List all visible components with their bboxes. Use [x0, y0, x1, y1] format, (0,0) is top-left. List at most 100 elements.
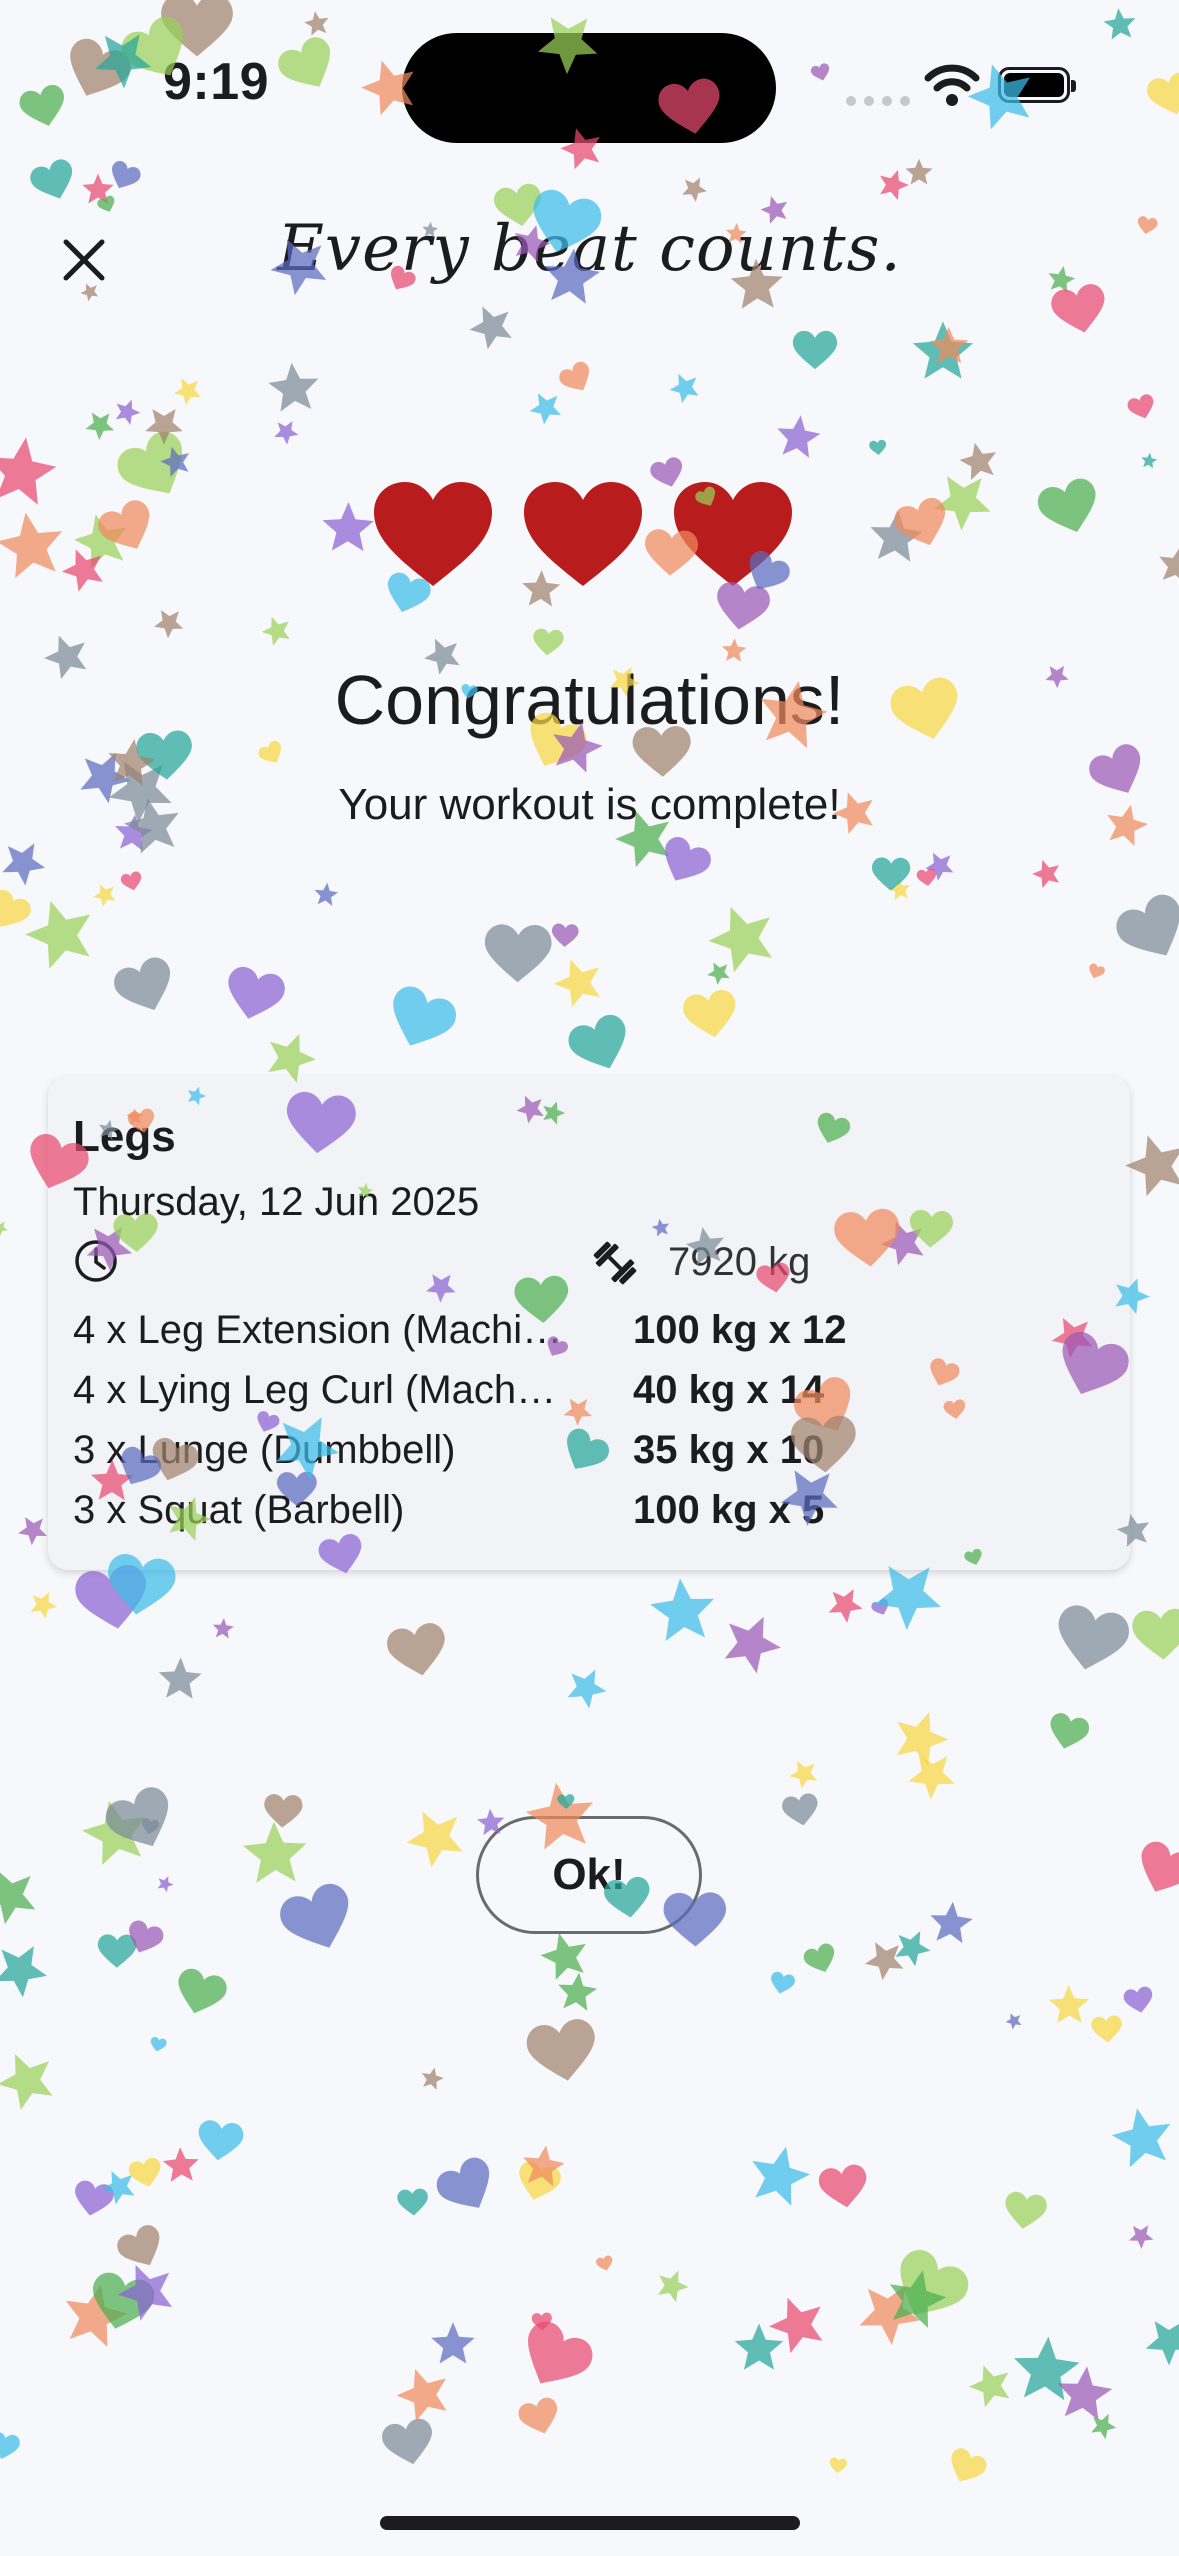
confetti-star — [431, 2322, 475, 2364]
confetti-star — [115, 399, 141, 425]
heart-icon — [674, 482, 792, 586]
confetti-star — [158, 1657, 202, 1699]
confetti-heart — [1116, 894, 1179, 956]
confetti-star — [154, 609, 184, 639]
confetti-heart — [150, 2036, 167, 2052]
confetti-heart — [1005, 2191, 1047, 2229]
confetti-heart — [810, 63, 830, 81]
confetti-star — [870, 510, 923, 562]
confetti-heart — [596, 2255, 613, 2271]
confetti-star — [1111, 2108, 1171, 2168]
confetti-heart — [397, 2188, 428, 2216]
confetti-heart — [114, 957, 171, 1011]
confetti-heart — [1091, 2015, 1122, 2043]
confetti-heart — [916, 868, 937, 886]
confetti-heart — [829, 2457, 848, 2474]
confetti-heart — [1050, 1713, 1090, 1749]
confetti-heart — [551, 923, 579, 947]
confetti-heart — [0, 889, 31, 927]
confetti-heart — [526, 2019, 595, 2081]
confetti-heart — [1038, 478, 1096, 532]
ok-button[interactable]: Ok! — [476, 1816, 702, 1934]
confetti-star — [708, 906, 773, 973]
exercise-best-set: 40 kg x 14 — [633, 1368, 825, 1412]
confetti-star — [1125, 1135, 1179, 1197]
confetti-star — [523, 2145, 565, 2187]
confetti-heart — [1147, 72, 1179, 115]
confetti-heart — [75, 2180, 114, 2216]
exercise-name: 4 x Lying Leg Curl (Mach… — [73, 1368, 557, 1412]
confetti-heart — [1127, 394, 1154, 419]
confetti-star — [529, 393, 562, 425]
confetti-heart — [665, 837, 711, 881]
confetti-heart — [0, 2432, 20, 2460]
confetti-star — [682, 177, 707, 202]
workout-summary-card[interactable]: Legs Thursday, 12 Jun 2025 7920 kg 4 x L… — [48, 1076, 1130, 1570]
confetti-star — [160, 446, 190, 477]
heart-icon — [524, 482, 642, 586]
confetti-star — [553, 959, 600, 1008]
confetti-heart — [531, 2312, 552, 2331]
confetti-star — [212, 1618, 234, 1639]
confetti-star — [101, 2170, 135, 2205]
confetti-star — [567, 1669, 607, 1709]
confetti-star — [2, 843, 46, 886]
confetti-heart — [533, 628, 564, 656]
exercise-name: 3 x Lunge (Dumbbell) — [73, 1428, 456, 1472]
confetti-heart — [264, 1794, 303, 1828]
confetti-heart — [683, 990, 736, 1038]
confetti-heart — [894, 497, 946, 546]
confetti-star — [145, 409, 183, 445]
confetti-heart — [141, 1818, 160, 1835]
workout-name: Legs — [73, 1112, 176, 1161]
confetti-star — [908, 1754, 955, 1800]
battery-icon — [998, 67, 1076, 103]
confetti-star — [314, 882, 339, 906]
confetti-heart — [803, 1943, 835, 1973]
confetti-heart — [75, 1564, 146, 1629]
confetti-heart — [792, 330, 838, 370]
confetti-star — [304, 11, 329, 36]
confetti-heart — [129, 1920, 164, 1953]
confetti-star — [30, 1592, 58, 1619]
confetti-star — [1057, 2366, 1113, 2420]
confetti-star — [93, 884, 116, 907]
confetti-heart — [1089, 963, 1105, 979]
exercise-best-set: 100 kg x 5 — [633, 1488, 825, 1532]
confetti-star — [1091, 2413, 1117, 2440]
confetti-heart — [1141, 1841, 1179, 1892]
confetti-star — [734, 2323, 784, 2370]
confetti-star — [789, 1760, 818, 1789]
confetti-star — [888, 878, 911, 901]
completion-subtitle: Your workout is complete! — [338, 780, 841, 829]
confetti-heart — [97, 1934, 137, 1968]
confetti-star — [173, 378, 201, 406]
exercise-name: 3 x Squat (Barbell) — [73, 1488, 405, 1532]
home-indicator — [380, 2516, 800, 2530]
confetti-star — [724, 1616, 781, 1674]
confetti-heart — [280, 1883, 349, 1948]
confetti-star — [1013, 2336, 1080, 2401]
workout-date: Thursday, 12 Jun 2025 — [73, 1180, 480, 1224]
confetti-star — [322, 501, 374, 552]
confetti-star — [0, 2054, 53, 2110]
confetti-star — [82, 173, 114, 204]
confetti-heart — [1051, 284, 1105, 333]
confetti-star — [968, 2365, 1010, 2408]
confetti-star — [421, 2067, 444, 2090]
confetti-star — [242, 1821, 307, 1883]
status-time: 9:19 — [163, 53, 270, 111]
dumbbell-icon — [593, 1241, 637, 1285]
confetti-heart — [393, 986, 457, 1046]
hearts-row — [370, 478, 796, 590]
confetti-star — [25, 900, 91, 969]
workout-volume: 7920 kg — [668, 1240, 811, 1284]
wifi-icon — [924, 64, 980, 106]
confetti-star — [95, 34, 152, 89]
confetti-heart — [818, 2164, 867, 2208]
confetti-star — [82, 1800, 146, 1866]
confetti-star — [0, 1221, 8, 1237]
confetti-star — [73, 514, 127, 569]
confetti-star — [930, 1901, 973, 1944]
confetti-star — [268, 362, 319, 412]
